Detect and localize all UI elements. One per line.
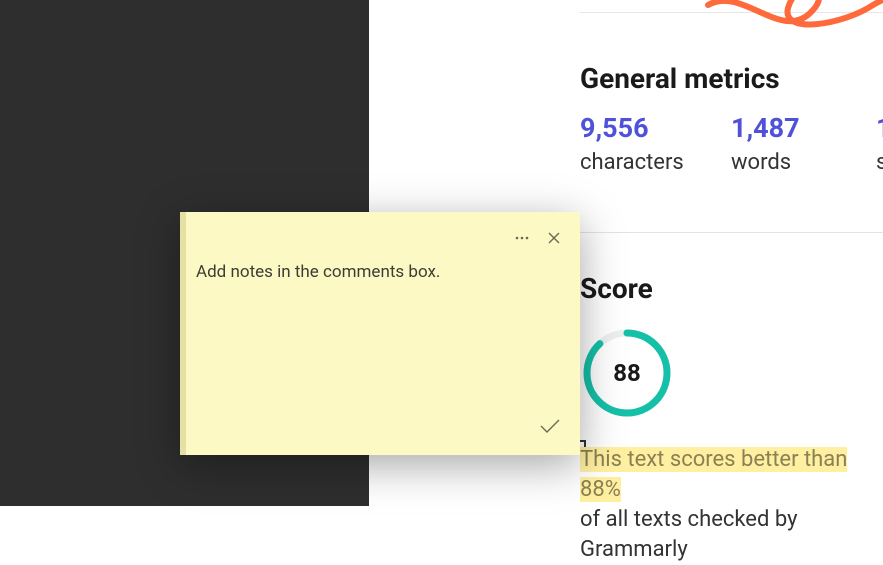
metric-words: 1,487 words (731, 112, 800, 175)
score-description-highlight: This text scores better than 88% (580, 447, 847, 502)
note-accent-bar (180, 212, 186, 455)
metric-partial: 1 s (876, 112, 883, 175)
score-ring: 88 (580, 326, 674, 420)
score-heading: Score (580, 272, 653, 305)
metric-value: 1 (876, 112, 883, 144)
section-divider (580, 232, 883, 233)
signature-scribble (703, 0, 883, 65)
metric-value: 9,556 (580, 112, 684, 144)
score-value: 88 (580, 326, 674, 420)
score-description-rest: of all texts checked by Grammarly (580, 507, 798, 562)
more-icon[interactable] (514, 230, 530, 246)
check-icon[interactable] (540, 418, 560, 437)
metric-label: words (731, 150, 800, 175)
comment-note[interactable]: Add notes in the comments box. (180, 212, 580, 455)
metric-label: characters (580, 150, 684, 175)
metric-label: s (876, 150, 883, 175)
general-metrics-heading: General metrics (580, 62, 780, 95)
metric-characters: 9,556 characters (580, 112, 684, 175)
score-description: This text scores better than 88% of all … (580, 445, 883, 565)
close-icon[interactable] (546, 230, 562, 246)
metric-value: 1,487 (731, 112, 800, 144)
note-placeholder-text[interactable]: Add notes in the comments box. (196, 262, 440, 282)
